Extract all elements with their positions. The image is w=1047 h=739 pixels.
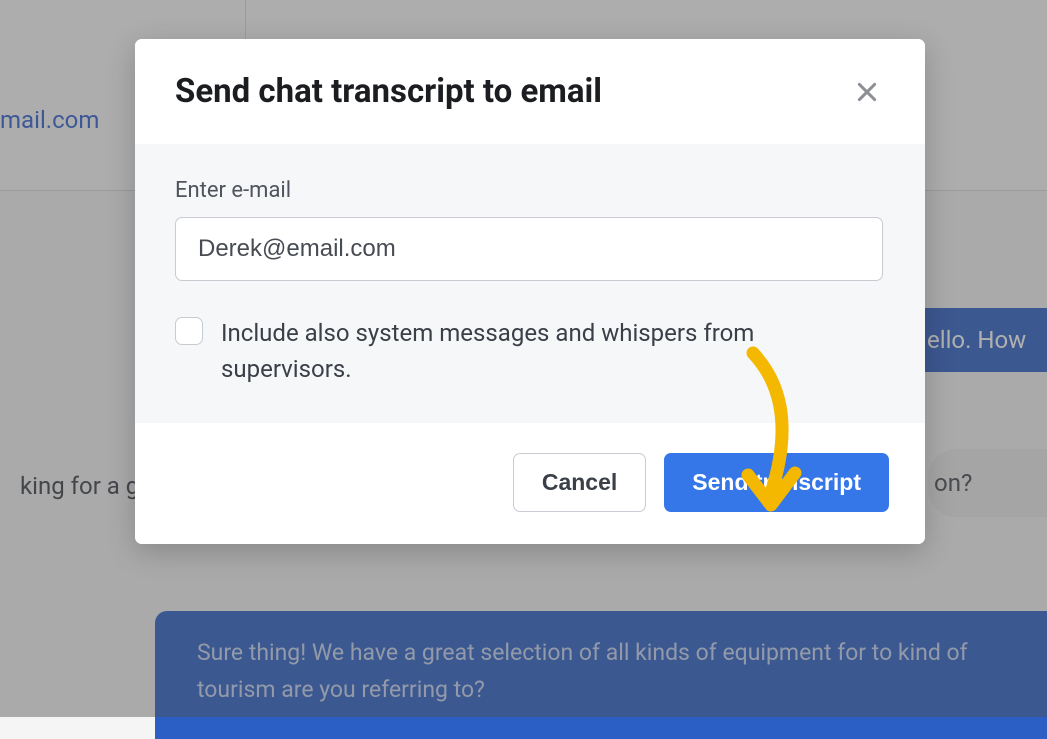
- modal-body: Enter e-mail Include also system message…: [135, 144, 925, 423]
- modal-footer: Cancel Send transcript: [135, 423, 925, 544]
- close-button[interactable]: [851, 76, 883, 108]
- checkbox-row: Include also system messages and whisper…: [175, 315, 883, 387]
- send-transcript-button[interactable]: Send transcript: [664, 453, 889, 512]
- email-label: Enter e-mail: [175, 178, 883, 203]
- include-system-checkbox[interactable]: [175, 317, 203, 345]
- checkbox-label: Include also system messages and whisper…: [221, 315, 883, 387]
- modal-title: Send chat transcript to email: [175, 72, 602, 111]
- modal-header: Send chat transcript to email: [135, 39, 925, 144]
- send-transcript-modal: Send chat transcript to email Enter e-ma…: [135, 39, 925, 544]
- email-input[interactable]: [175, 217, 883, 281]
- close-icon: [854, 79, 880, 105]
- cancel-button[interactable]: Cancel: [513, 453, 646, 512]
